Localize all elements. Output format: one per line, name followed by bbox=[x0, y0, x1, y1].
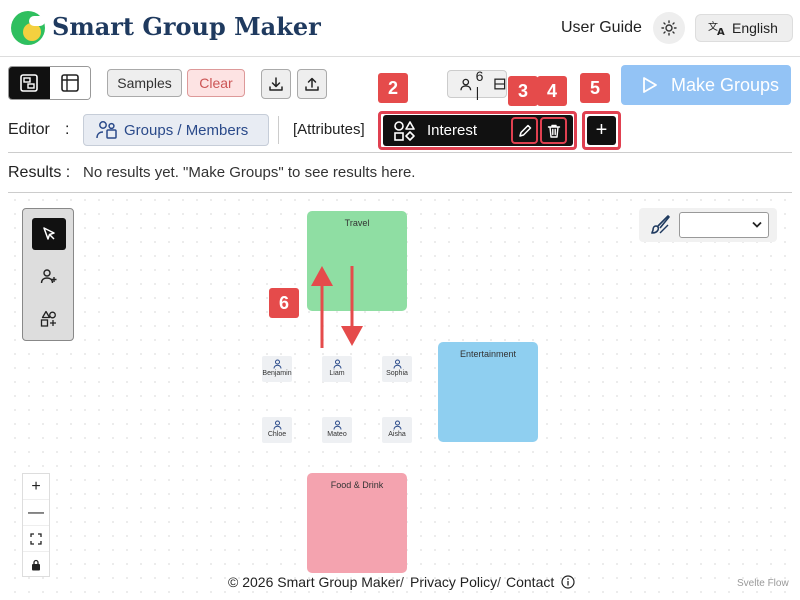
editor-colon: : bbox=[65, 121, 70, 138]
lock-icon bbox=[32, 559, 40, 571]
info-icon bbox=[561, 575, 575, 589]
person-icon bbox=[460, 78, 472, 90]
privacy-policy-link[interactable]: Privacy Policy bbox=[410, 574, 497, 590]
member-name: Chloe bbox=[267, 431, 287, 438]
zoom-controls: + — bbox=[22, 473, 50, 577]
attributes-label: [Attributes] bbox=[293, 121, 365, 138]
theme-toggle-button[interactable] bbox=[653, 12, 685, 44]
fit-view-icon bbox=[30, 532, 42, 545]
language-button[interactable]: 文 A English bbox=[695, 14, 793, 42]
member-node[interactable]: Aisha bbox=[382, 417, 412, 443]
member-name: Aisha bbox=[388, 431, 406, 438]
callout-badge: 5 bbox=[580, 73, 610, 103]
copyright-text: © 2026 Smart Group Maker bbox=[228, 574, 401, 590]
member-name: Sophia bbox=[386, 370, 408, 377]
app-title: Smart Group Maker bbox=[52, 12, 321, 41]
person-icon bbox=[393, 420, 401, 430]
add-group-tool-button[interactable] bbox=[32, 303, 66, 335]
footer-separator: / bbox=[497, 574, 501, 590]
member-node[interactable]: Mateo bbox=[322, 417, 352, 443]
callout-badge: 3 bbox=[508, 76, 538, 106]
samples-button[interactable]: Samples bbox=[107, 69, 182, 97]
attribute-name: Interest bbox=[427, 122, 478, 139]
member-name: Mateo bbox=[327, 431, 347, 438]
member-node[interactable]: Sophia bbox=[382, 356, 412, 382]
app-header: Smart Group Maker User Guide 文 A English bbox=[0, 0, 800, 57]
sun-icon bbox=[661, 20, 677, 36]
select-tool-button[interactable] bbox=[32, 218, 66, 250]
play-icon bbox=[643, 77, 657, 93]
logo-icon bbox=[11, 11, 45, 45]
brush-style-icon bbox=[651, 215, 670, 234]
footer-separator: / bbox=[400, 574, 404, 590]
editor-divider bbox=[278, 116, 279, 144]
fit-view-button[interactable] bbox=[23, 526, 49, 552]
member-node[interactable]: Chloe bbox=[262, 417, 292, 443]
edit-attribute-button[interactable] bbox=[511, 117, 538, 144]
callout-badge: 2 bbox=[378, 73, 408, 103]
add-shapes-icon bbox=[40, 310, 56, 327]
group-label: Entertainment bbox=[459, 349, 517, 359]
chevron-down-icon bbox=[752, 221, 762, 228]
clear-button[interactable]: Clear bbox=[187, 69, 245, 97]
person-icon bbox=[333, 420, 341, 430]
group-node-entertainment[interactable]: Entertainment bbox=[438, 342, 538, 442]
person-icon bbox=[393, 359, 401, 369]
member-name: Benjamin bbox=[262, 370, 292, 377]
group-label: Travel bbox=[344, 218, 370, 228]
results-label: Results : bbox=[8, 164, 71, 181]
person-icon bbox=[273, 420, 281, 430]
drag-arrows-icon bbox=[311, 266, 363, 348]
trash-icon bbox=[547, 124, 560, 138]
download-button[interactable] bbox=[261, 69, 291, 99]
group-node-food-drink[interactable]: Food & Drink bbox=[307, 473, 407, 573]
user-guide-link[interactable]: User Guide bbox=[561, 19, 642, 37]
callout-badge: 4 bbox=[537, 76, 567, 106]
member-count-badge: 6 | bbox=[447, 68, 507, 100]
person-icon bbox=[333, 359, 341, 369]
make-groups-label: Make Groups bbox=[671, 74, 780, 95]
language-label: English bbox=[732, 20, 778, 36]
group-label: Food & Drink bbox=[330, 480, 384, 490]
contact-label: Contact bbox=[506, 574, 555, 590]
cursor-icon bbox=[43, 227, 55, 240]
zoom-out-button[interactable]: — bbox=[23, 500, 49, 526]
pencil-icon bbox=[518, 124, 531, 137]
member-name: Liam bbox=[329, 370, 345, 377]
shapes-icon bbox=[394, 120, 415, 141]
table-view-button[interactable] bbox=[49, 67, 90, 99]
svg-text:A: A bbox=[717, 27, 725, 36]
graph-view-icon bbox=[20, 74, 39, 92]
upload-button[interactable] bbox=[297, 69, 327, 99]
member-count: 6 | bbox=[475, 68, 484, 100]
upload-icon bbox=[305, 77, 319, 91]
view-toggle bbox=[8, 66, 91, 100]
svelte-flow-attribution[interactable]: Svelte Flow bbox=[737, 578, 789, 589]
tool-palette bbox=[22, 208, 74, 341]
group-count-icon bbox=[494, 78, 506, 90]
divider bbox=[8, 152, 792, 153]
person-icon bbox=[273, 359, 281, 369]
download-icon bbox=[269, 77, 283, 91]
member-node[interactable]: Benjamin bbox=[262, 356, 292, 382]
member-node[interactable]: Liam bbox=[322, 356, 352, 382]
groups-members-icon bbox=[96, 121, 117, 139]
style-select[interactable] bbox=[679, 212, 769, 238]
callout-badge: 6 bbox=[269, 288, 299, 318]
zoom-in-button[interactable]: + bbox=[23, 474, 49, 500]
groups-members-tab[interactable]: Groups / Members bbox=[83, 114, 269, 146]
add-person-icon bbox=[40, 269, 57, 284]
editor-label: Editor bbox=[8, 121, 50, 138]
add-member-tool-button[interactable] bbox=[32, 260, 66, 292]
contact-link[interactable]: Contact bbox=[506, 574, 575, 590]
translate-icon: 文 A bbox=[708, 20, 725, 36]
delete-attribute-button[interactable] bbox=[540, 117, 567, 144]
add-attribute-button[interactable]: + bbox=[587, 116, 616, 145]
graph-view-button[interactable] bbox=[9, 67, 50, 99]
results-text: No results yet. "Make Groups" to see res… bbox=[83, 164, 416, 181]
make-groups-button[interactable]: Make Groups bbox=[621, 65, 791, 105]
footer: © 2026 Smart Group Maker / Privacy Polic… bbox=[0, 574, 800, 594]
groups-members-label: Groups / Members bbox=[124, 121, 249, 139]
table-view-icon bbox=[60, 74, 79, 92]
